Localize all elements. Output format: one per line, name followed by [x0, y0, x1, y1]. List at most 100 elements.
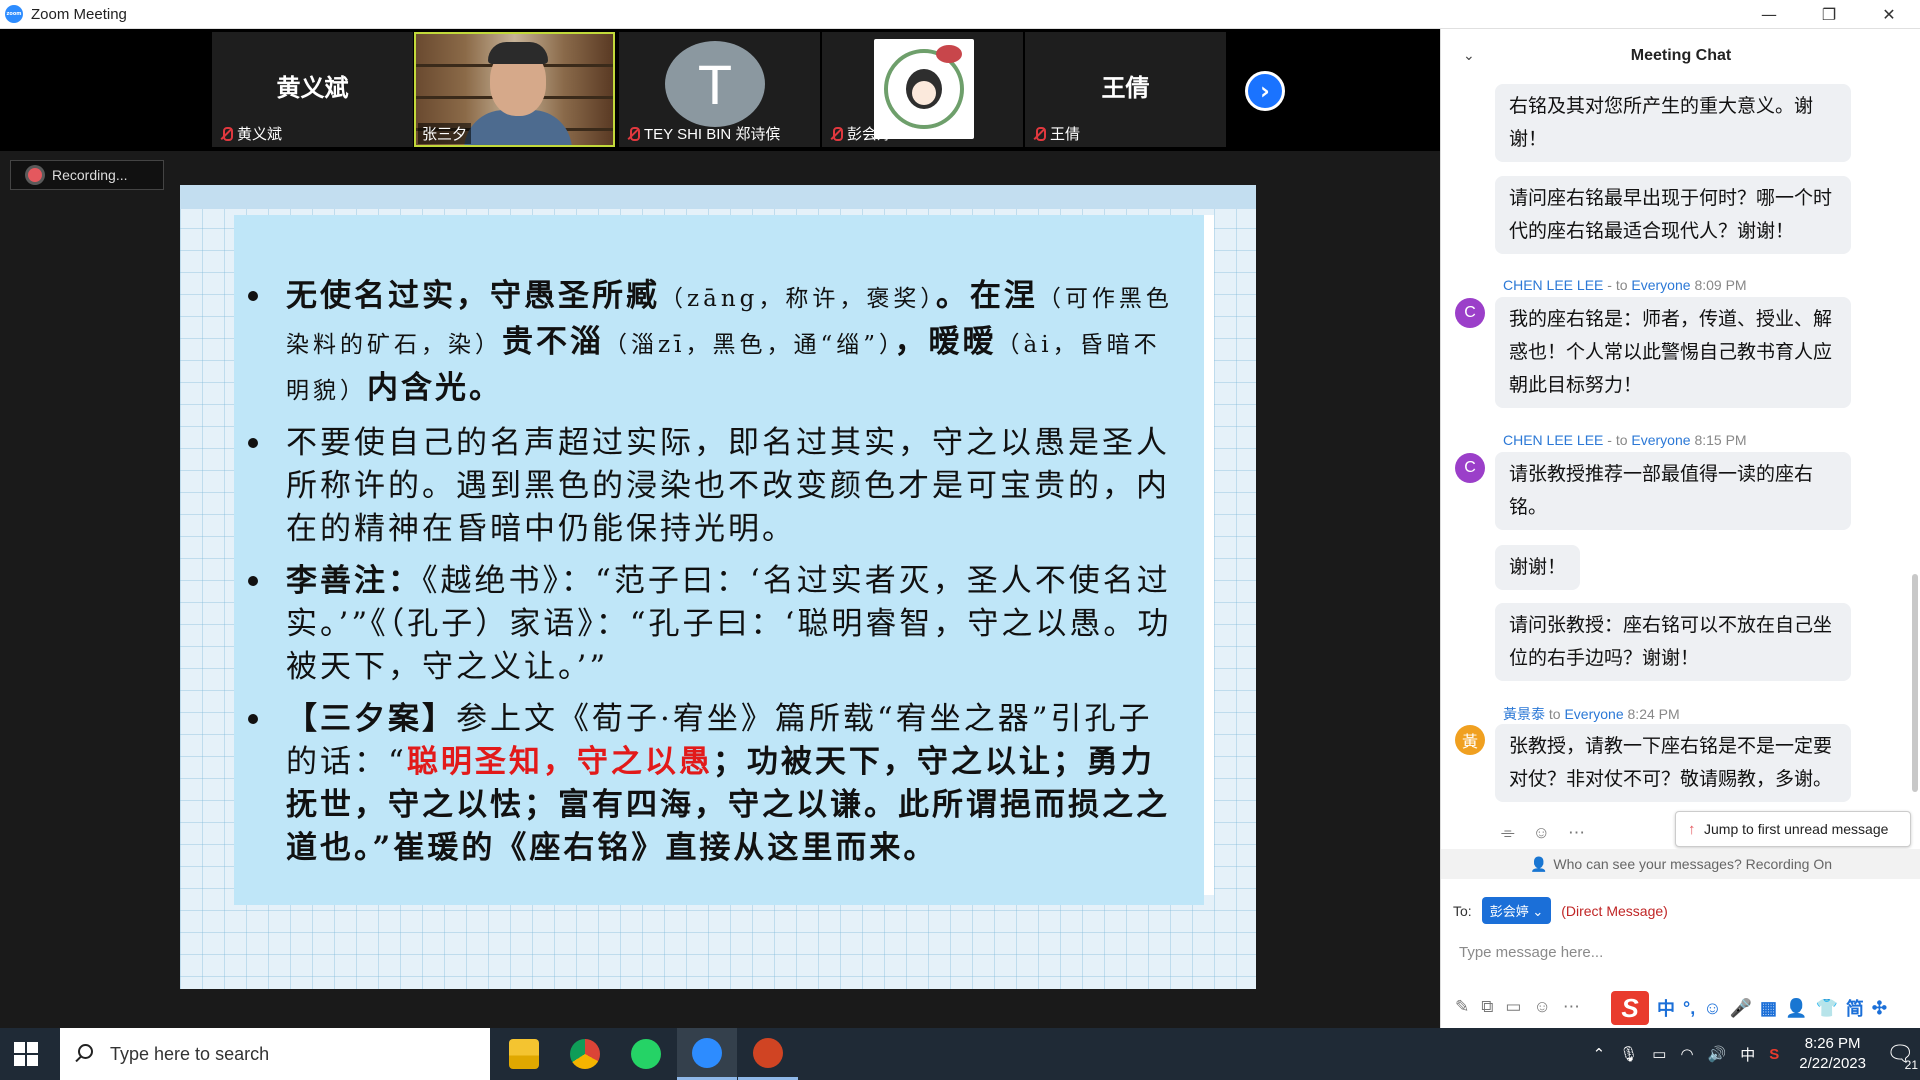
chat-message[interactable]: 请问张教授：座右铭可以不放在自己坐位的右手边吗？谢谢！ [1495, 603, 1851, 681]
participant-name-display: 王倩 [1101, 74, 1150, 102]
chrome-icon [570, 1039, 600, 1069]
avatar: 黃 [1455, 725, 1485, 755]
folder-icon [509, 1039, 539, 1069]
ime-indicator[interactable]: 中 [1740, 1044, 1755, 1065]
ime-emoji-icon[interactable]: ☺ [1703, 998, 1721, 1019]
participant-label: 彭会婷 [828, 123, 892, 144]
chat-panel: ⌄ Meeting Chat 右铭及其对您所产生的重大意义。谢谢！ 请问座右铭最… [1440, 29, 1920, 1028]
participant-label-text: TEY SHI BIN 郑诗傧 [644, 126, 781, 143]
screenshot-icon[interactable]: ⧉ [1481, 997, 1493, 1017]
zoom-icon [692, 1037, 722, 1068]
chat-message[interactable]: 谢谢！ [1495, 545, 1581, 590]
participant-strip: 黄义斌 黄义斌 张三夕 T TEY SHI BIN 郑诗傧 彭会婷 王倩 王倩 … [0, 29, 1440, 151]
more-icon[interactable]: ⋯ [1568, 823, 1585, 843]
chat-message-meta: 黃景泰 to Everyone 8:24 PM [1503, 706, 1680, 722]
chat-header: ⌄ Meeting Chat [1441, 29, 1920, 84]
ime-voice-icon[interactable]: 🎤 [1730, 998, 1752, 1019]
chat-message[interactable]: 右铭及其对您所产生的重大意义。谢谢！ [1495, 84, 1851, 162]
muted-mic-icon [218, 126, 234, 142]
chat-message[interactable]: 请张教授推荐一部最值得一读的座右铭。 [1495, 452, 1851, 530]
ime-chinese-mode[interactable]: 中 [1657, 995, 1675, 1021]
windows-start-icon[interactable] [14, 1042, 38, 1066]
participant-tile[interactable]: 黄义斌 黄义斌 [212, 32, 413, 147]
chat-scrollbar[interactable] [1912, 574, 1918, 792]
participant-tile[interactable]: T TEY SHI BIN 郑诗傧 [619, 32, 820, 147]
record-dot-icon [28, 168, 42, 182]
notification-center-button[interactable]: 🗨 21 [1880, 1034, 1920, 1074]
taskbar-search[interactable]: Type here to search [60, 1028, 490, 1080]
whatsapp-button[interactable] [616, 1028, 676, 1080]
emoji-icon[interactable]: ☺ [1533, 997, 1550, 1017]
chat-message-list[interactable]: 右铭及其对您所产生的重大意义。谢谢！ 请问座右铭最早出现于何时？哪一个时代的座右… [1441, 84, 1920, 844]
muted-mic-icon [1031, 126, 1047, 142]
participant-name-display: 黄义斌 [276, 74, 349, 102]
chat-message[interactable]: 我的座右铭是：师者，传道、授业、解惑也！个人常以此警惕自己教书育人应朝此目标努力… [1495, 297, 1851, 408]
clock-time: 8:26 PM [1804, 1035, 1861, 1052]
close-button[interactable]: ✕ [1860, 0, 1918, 29]
ime-skin-icon[interactable]: 👕 [1815, 998, 1837, 1019]
minimize-button[interactable]: — [1740, 0, 1798, 29]
chat-message[interactable]: 张教授，请教一下座右铭是不是一定要对仗？非对仗不可？敬请赐教，多谢。 [1495, 724, 1851, 802]
sogou-logo-icon[interactable]: S [1611, 991, 1649, 1025]
format-icon[interactable]: ✎ [1455, 997, 1469, 1017]
ime-tools-icon[interactable]: ✣ [1872, 998, 1887, 1019]
slide-bullet: 【三夕案】参上文《荀子·宥坐》篇所载“宥坐之器”引孔子的话：“聪明圣知，守之以愚… [248, 698, 1184, 870]
jump-to-unread-button[interactable]: Jump to first unread message [1675, 811, 1911, 847]
reply-icon[interactable]: ⌯ [1501, 823, 1515, 843]
emoji-react-icon[interactable]: ☺ [1533, 823, 1550, 843]
recording-indicator[interactable]: Recording... [10, 160, 164, 190]
participant-label-text: 张三夕 [422, 126, 468, 143]
ime-simplified[interactable]: 简 [1846, 995, 1864, 1021]
participant-tile[interactable]: 王倩 王倩 [1025, 32, 1226, 147]
chat-toolbar: ✎ ⧉ ▭ ☺ ⋯ [1455, 997, 1580, 1017]
microphone-icon[interactable]: 🎙 [1619, 1045, 1638, 1063]
restore-button[interactable]: ❐ [1800, 0, 1858, 29]
slide-bullet: 无使名过实，守愚圣所臧（zāng，称许，褒奖）。在涅（可作黑色染料的矿石，染）贵… [248, 275, 1184, 413]
who-can-see-link[interactable]: 👤 Who can see your messages? Recording O… [1441, 849, 1920, 879]
meeting-area: 黄义斌 黄义斌 张三夕 T TEY SHI BIN 郑诗傧 彭会婷 王倩 王倩 … [0, 29, 1440, 1028]
title-bar: zoom Zoom Meeting — ❐ ✕ [0, 0, 1920, 29]
ime-toolbar: S 中 °, ☺ 🎤 ▦ 👤 👕 简 ✣ [1611, 991, 1887, 1025]
chevron-up-icon[interactable]: ⌃ [1593, 1045, 1606, 1063]
zoom-taskbar-button[interactable] [677, 1028, 737, 1080]
volume-icon[interactable]: 🔊 [1708, 1045, 1727, 1063]
file-icon[interactable]: ▭ [1505, 997, 1521, 1017]
participant-label: TEY SHI BIN 郑诗傧 [625, 123, 780, 144]
chat-message-input[interactable] [1459, 937, 1899, 967]
taskbar: Type here to search ⌃ 🎙 ▭ ◠ 🔊 中 S 8:26 P… [0, 1028, 1920, 1080]
participant-label-text: 王倩 [1050, 126, 1081, 143]
who-can-see-text: Who can see your messages? Recording On [1553, 856, 1833, 872]
participant-tile-active-speaker[interactable]: 张三夕 [414, 32, 615, 147]
avatar: C [1455, 298, 1485, 328]
direct-message-label: (Direct Message) [1561, 902, 1668, 919]
search-placeholder: Type here to search [110, 1043, 270, 1064]
file-explorer-button[interactable] [494, 1028, 554, 1080]
recipient-row: To: 彭会婷 ⌄ (Direct Message) [1453, 897, 1668, 924]
more-icon[interactable]: ⋯ [1563, 997, 1580, 1017]
person-icon: 👤 [1529, 855, 1548, 872]
powerpoint-button[interactable] [738, 1028, 798, 1080]
participant-tile[interactable]: 彭会婷 [822, 32, 1023, 147]
clock[interactable]: 8:26 PM 2/22/2023 [1799, 1034, 1866, 1074]
sogou-tray-icon[interactable]: S [1769, 1046, 1779, 1063]
next-participants-button[interactable]: › [1245, 71, 1285, 111]
chat-message[interactable]: 请问座右铭最早出现于何时？哪一个时代的座右铭最适合现代人？谢谢！ [1495, 176, 1851, 254]
window-title: Zoom Meeting [31, 5, 127, 23]
participant-label-text: 彭会婷 [847, 126, 893, 143]
recipient-dropdown[interactable]: 彭会婷 ⌄ [1481, 897, 1552, 924]
ime-punctuation[interactable]: °, [1683, 998, 1695, 1019]
notification-count: 21 [1904, 1058, 1918, 1072]
ime-user-icon[interactable]: 👤 [1785, 998, 1807, 1019]
battery-icon[interactable]: ▭ [1652, 1045, 1666, 1063]
clock-date: 2/22/2023 [1799, 1055, 1866, 1072]
avatar: C [1455, 453, 1485, 483]
chat-message-meta: CHEN LEE LEE - to Everyone 8:15 PM [1503, 432, 1747, 448]
message-actions: ⌯ ☺ ⋯ [1501, 823, 1585, 843]
chrome-button[interactable] [555, 1028, 615, 1080]
participant-avatar: T [665, 41, 765, 127]
wifi-icon[interactable]: ◠ [1680, 1045, 1693, 1063]
to-label: To: [1453, 902, 1472, 919]
ime-keyboard-icon[interactable]: ▦ [1760, 998, 1777, 1019]
participant-label: 黄义斌 [218, 123, 282, 144]
recording-label: Recording... [52, 167, 128, 183]
